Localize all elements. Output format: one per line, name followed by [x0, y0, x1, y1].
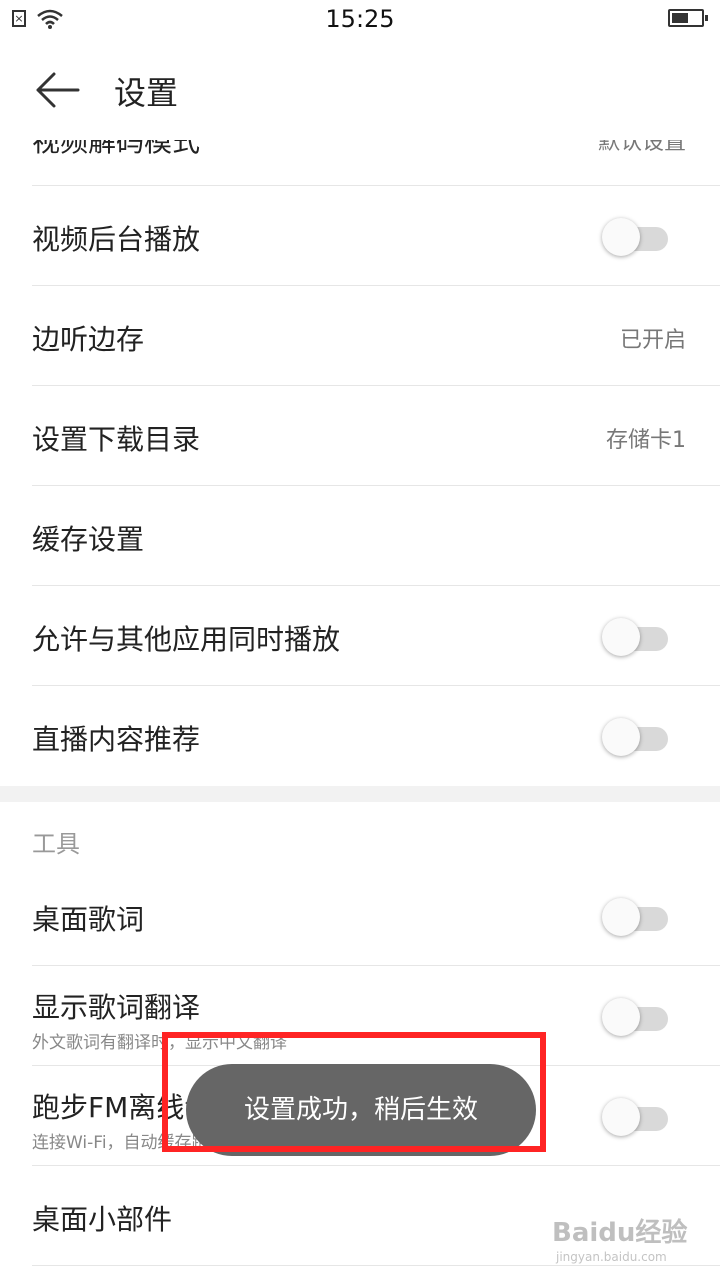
setting-label: 直播内容推荐 — [32, 723, 201, 756]
setting-video-decode-mode[interactable]: 视频解码模式 默认设置 — [32, 140, 720, 186]
page-title: 设置 — [114, 74, 179, 112]
toggle-knob — [602, 1098, 640, 1136]
status-time: 15:25 — [325, 5, 395, 33]
toggle-switch[interactable] — [602, 716, 668, 756]
setting-label: 缓存设置 — [32, 523, 145, 556]
section-divider — [0, 786, 720, 802]
toggle-knob — [602, 218, 640, 256]
setting-video-background-play[interactable]: 视频后台播放 — [32, 186, 720, 286]
setting-desktop-lyrics[interactable]: 桌面歌词 — [32, 866, 720, 966]
highlight-annotation-box — [162, 1032, 546, 1152]
toggle-knob — [602, 998, 640, 1036]
toggle-knob — [602, 718, 640, 756]
setting-label: 视频解码模式 — [32, 140, 201, 158]
setting-download-directory[interactable]: 设置下载目录 存储卡1 — [32, 386, 720, 486]
setting-label: 边听边存 — [32, 323, 145, 356]
setting-cache[interactable]: 缓存设置 — [32, 486, 720, 586]
toggle-knob — [602, 898, 640, 936]
toggle-switch[interactable] — [602, 216, 668, 256]
battery-icon — [668, 9, 708, 27]
baidu-watermark-logo: Baidu经验 — [552, 1218, 688, 1248]
setting-listen-and-save[interactable]: 边听边存 已开启 — [32, 286, 720, 386]
setting-label: 设置下载目录 — [32, 423, 201, 456]
setting-value: 存储卡1 — [606, 428, 686, 453]
toggle-switch[interactable] — [602, 896, 668, 936]
setting-allow-simultaneous-play[interactable]: 允许与其他应用同时播放 — [32, 586, 720, 686]
setting-label: 视频后台播放 — [32, 223, 201, 256]
setting-label: 桌面歌词 — [32, 903, 145, 936]
toggle-switch[interactable] — [602, 616, 668, 656]
toggle-knob — [602, 618, 640, 656]
toggle-switch[interactable] — [602, 996, 668, 1036]
status-bar: × 15:25 — [0, 0, 720, 40]
section-title-tools: 工具 — [32, 830, 80, 858]
setting-label: 允许与其他应用同时播放 — [32, 623, 341, 656]
setting-label: 显示歌词翻译 — [32, 991, 201, 1024]
back-arrow-icon[interactable] — [34, 70, 80, 110]
toggle-switch[interactable] — [602, 1096, 668, 1136]
setting-live-recommendation[interactable]: 直播内容推荐 — [32, 686, 720, 786]
setting-value: 默认设置 — [597, 140, 686, 155]
setting-label: 桌面小部件 — [32, 1203, 173, 1236]
app-header: 设置 — [0, 40, 720, 140]
watermark-url: jingyan.baidu.com — [556, 1250, 667, 1264]
setting-value: 已开启 — [619, 328, 686, 353]
